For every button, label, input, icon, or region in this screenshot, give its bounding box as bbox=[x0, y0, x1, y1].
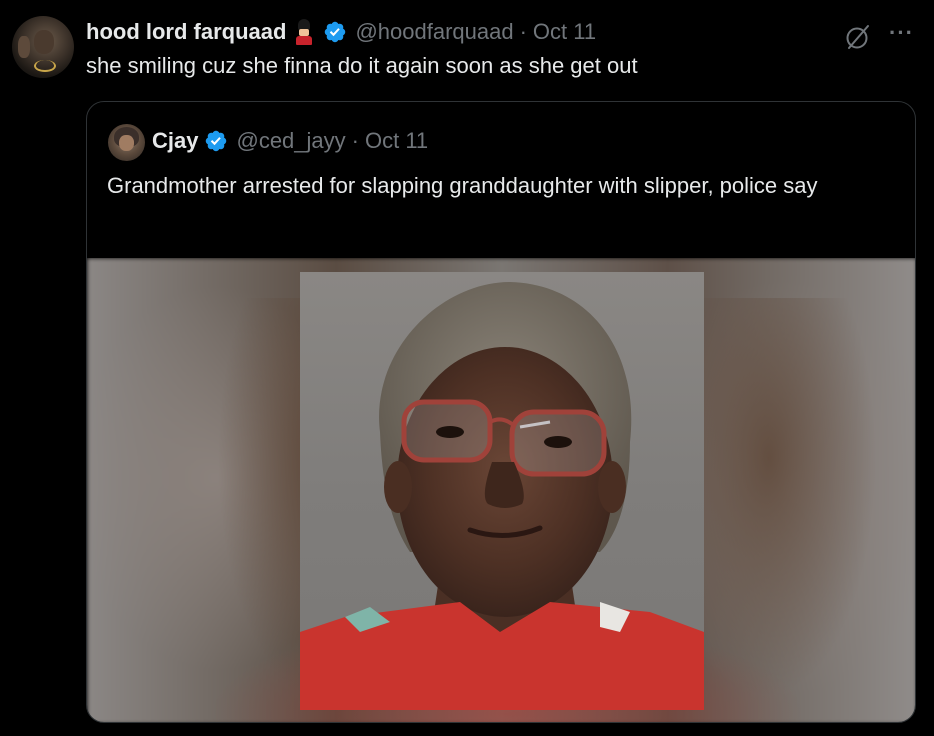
quoted-avatar[interactable] bbox=[108, 124, 145, 161]
quoted-header: Cjay @ced_jayy · Oct 11 bbox=[152, 128, 428, 154]
mugshot-photo[interactable] bbox=[300, 272, 704, 710]
avatar[interactable] bbox=[12, 16, 74, 78]
display-name[interactable]: hood lord farquaad bbox=[86, 19, 286, 45]
quoted-date[interactable]: Oct 11 bbox=[365, 128, 428, 154]
tweet[interactable]: hood lord farquaad @hoodfarquaad · Oct 1… bbox=[0, 0, 934, 736]
separator-dot: · bbox=[351, 128, 359, 153]
tweet-text: she smiling cuz she finna do it again so… bbox=[86, 53, 638, 78]
mugshot-illustration bbox=[300, 282, 704, 710]
verified-badge-icon bbox=[325, 21, 346, 43]
handle[interactable]: @hoodfarquaad bbox=[355, 19, 513, 45]
tweet-date[interactable]: Oct 11 bbox=[533, 19, 596, 45]
more-options-icon[interactable]: ··· bbox=[889, 20, 914, 46]
guardsman-emoji-icon bbox=[293, 19, 315, 45]
tweet-header: hood lord farquaad @hoodfarquaad · Oct 1… bbox=[86, 17, 596, 47]
quoted-media[interactable] bbox=[87, 258, 915, 722]
quoted-tweet[interactable]: Cjay @ced_jayy · Oct 11 Grandmother arre… bbox=[86, 101, 916, 723]
quoted-handle[interactable]: @ced_jayy bbox=[236, 128, 345, 154]
grok-icon[interactable] bbox=[843, 22, 873, 52]
quoted-text: Grandmother arrested for slapping grandd… bbox=[107, 173, 818, 198]
separator-dot: · bbox=[519, 19, 527, 44]
quoted-display-name[interactable]: Cjay bbox=[152, 128, 198, 154]
verified-badge-icon bbox=[206, 130, 227, 152]
